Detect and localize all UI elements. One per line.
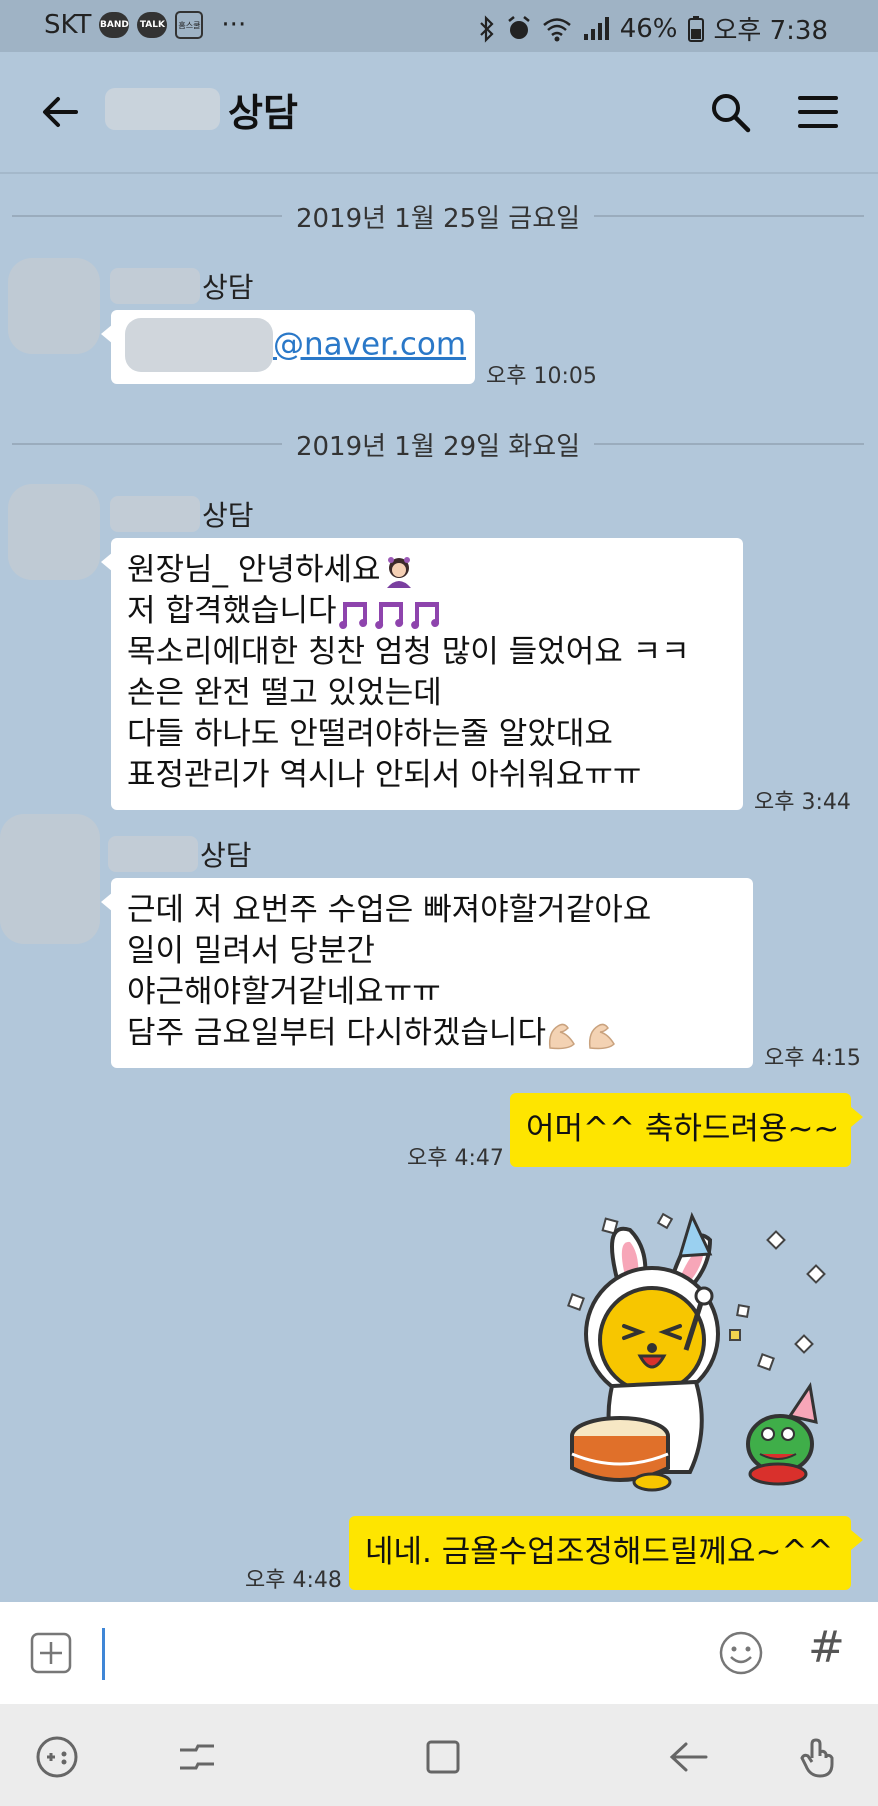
- message-time: 오후 4:48: [245, 1568, 342, 1593]
- avatar[interactable]: [8, 258, 100, 354]
- message-line: 표정관리가 역시나 안되서 아쉬워요ㅠㅠ: [127, 757, 642, 793]
- blurred-name: [110, 268, 200, 304]
- hamburger-menu-icon[interactable]: [796, 90, 840, 134]
- message-bubble[interactable]: 근데 저 요번주 수업은 빠져야할거같아요 일이 밀려서 당분간 야근해야할거같…: [101, 878, 753, 1068]
- message-input-bar: #: [0, 1602, 878, 1704]
- flexed-biceps-icon: [548, 1023, 615, 1049]
- message-text: 네네. 금욜수업조정해드릴께요~^^: [365, 1534, 834, 1570]
- back-arrow-icon[interactable]: [40, 92, 80, 132]
- home-icon[interactable]: [420, 1734, 466, 1780]
- music-notes-icon: [338, 601, 439, 629]
- chat-title: 상담: [228, 91, 298, 135]
- wifi-icon: [542, 17, 571, 41]
- sender-name: 상담: [110, 494, 254, 534]
- message-time: 오후 3:44: [754, 790, 851, 815]
- girl-emoji-icon: [386, 556, 411, 588]
- message-time: 오후 4:47: [407, 1146, 504, 1171]
- date-label: 2019년 1월 29일 화요일: [295, 431, 581, 462]
- message-time: 오후 10:05: [486, 364, 597, 389]
- sender-name: 상담: [108, 834, 252, 874]
- message-line: 다들 하나도 안떨려야하는줄 알았대요: [127, 716, 613, 752]
- touch-gesture-icon[interactable]: [796, 1734, 842, 1780]
- bluetooth-icon: [479, 14, 494, 43]
- more-notifications-icon: ···: [221, 10, 247, 40]
- hashtag-search-button[interactable]: #: [808, 1622, 845, 1673]
- date-label: 2019년 1월 25일 금요일: [295, 203, 581, 234]
- battery-icon: [687, 15, 704, 42]
- recent-apps-icon[interactable]: [174, 1734, 220, 1780]
- kakaotalk-app-icon: TALK: [137, 12, 168, 38]
- my-message-bubble[interactable]: 어머^^ 축하드려용~~: [510, 1093, 863, 1167]
- message-time: 오후 4:15: [764, 1046, 861, 1071]
- homeschool-app-icon: 홈스쿨: [175, 11, 204, 39]
- date-separator: 2019년 1월 29일 화요일: [12, 424, 865, 464]
- chat-header: 상담: [0, 52, 878, 174]
- message-input-field[interactable]: [102, 1628, 105, 1680]
- search-icon[interactable]: [708, 90, 752, 134]
- blurred-chat-name: [105, 88, 220, 130]
- my-message-bubble[interactable]: 네네. 금욜수업조정해드릴께요~^^: [349, 1516, 863, 1590]
- message-line: 목소리에대한 칭찬 엄청 많이 들었어요 ㅋㅋ: [127, 634, 690, 670]
- status-bar-right: 46% 오후 7:38: [478, 10, 828, 47]
- clock: 오후 7:38: [713, 16, 829, 46]
- message-text: 어머^^ 축하드려용~~: [526, 1111, 840, 1147]
- carrier-label: SKT: [44, 10, 92, 40]
- avatar[interactable]: [0, 814, 100, 944]
- blurred-name: [108, 836, 198, 872]
- alarm-icon: [507, 15, 530, 39]
- system-back-icon[interactable]: [666, 1734, 712, 1780]
- message-line: 야근해야할거같네요ㅠㅠ: [127, 974, 441, 1010]
- signal-icon: [583, 16, 609, 40]
- band-app-icon: BAND: [99, 12, 130, 38]
- plus-square-icon[interactable]: [30, 1632, 72, 1674]
- message-bubble-email[interactable]: @naver.com: [101, 310, 475, 384]
- smile-icon[interactable]: [718, 1630, 764, 1676]
- sender-name: 상담: [110, 266, 254, 306]
- android-navigation-bar: [0, 1704, 878, 1806]
- status-bar: SKT BAND TALK 홈스쿨 ··· 46% 오후 7:38: [0, 0, 878, 52]
- message-line: 원장님_ 안녕하세요: [127, 550, 727, 591]
- rabbit-drummer-sticker[interactable]: [560, 1210, 850, 1500]
- blurred-name: [110, 496, 200, 532]
- message-line: 근데 저 요번주 수업은 빠져야할거같아요: [127, 892, 652, 928]
- date-separator: 2019년 1월 25일 금요일: [12, 196, 865, 236]
- message-line: 저 합격했습니다: [127, 591, 727, 632]
- message-line: 담주 금요일부터 다시하겠습니다: [127, 1013, 737, 1054]
- battery-percent: 46%: [619, 13, 678, 44]
- message-line: 손은 완전 떨고 있었는데: [127, 675, 442, 711]
- message-bubble[interactable]: 원장님_ 안녕하세요 저 합격했습니다 목소리에대한 칭찬 엄청 많이 들었어요…: [101, 538, 743, 810]
- email-link[interactable]: @naver.com: [273, 327, 466, 363]
- blurred-email-local-part: [125, 318, 273, 372]
- avatar[interactable]: [8, 484, 100, 580]
- game-tools-icon[interactable]: [34, 1734, 80, 1780]
- status-bar-left: SKT BAND TALK 홈스쿨 ···: [44, 10, 246, 40]
- message-line: 일이 밀려서 당분간: [127, 933, 375, 969]
